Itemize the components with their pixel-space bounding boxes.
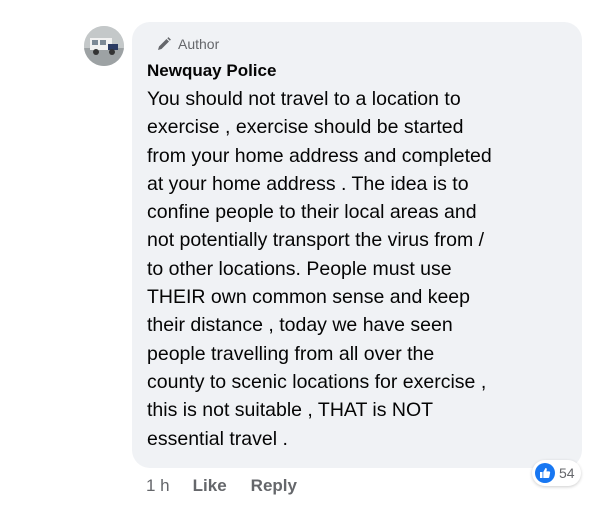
thumbs-up-icon — [535, 463, 555, 483]
pencil-icon — [158, 37, 171, 50]
author-label: Author — [178, 36, 220, 52]
comment-line: at your home address . The idea is to — [147, 172, 469, 195]
reaction-count: 54 — [559, 465, 575, 481]
comment-line: this is not suitable , THAT is NOT — [147, 399, 434, 422]
comment-line: not potentially transport the virus from… — [147, 229, 485, 252]
comment-line: people travelling from all over the — [147, 342, 435, 365]
reaction-count-badge[interactable]: 54 — [532, 460, 581, 486]
comment-line: You should not travel to a location to — [147, 88, 461, 110]
comment-actions: 1 h Like Reply — [146, 476, 297, 496]
comment-line: county to scenic locations for exercise … — [147, 370, 487, 393]
comment-text: You should not travel to a location to e… — [147, 85, 568, 453]
comment-bubble: Author Newquay Police You should not tra… — [132, 22, 582, 468]
comment-line: essential travel . — [147, 427, 288, 450]
reply-button[interactable]: Reply — [251, 476, 297, 496]
comment-line: their distance , today we have seen — [147, 314, 453, 337]
author-badge: Author — [156, 34, 568, 54]
avatar[interactable] — [84, 26, 124, 66]
comment-line: confine people to their local areas and — [147, 201, 477, 224]
comment-line: to other locations. People must use — [147, 257, 452, 280]
commenter-name[interactable]: Newquay Police — [147, 61, 568, 81]
comment-line: from your home address and completed — [147, 144, 492, 167]
comment-timestamp[interactable]: 1 h — [146, 476, 170, 496]
comment-line: THEIR own common sense and keep — [147, 286, 470, 309]
like-button[interactable]: Like — [193, 476, 227, 496]
comment-line: exercise , exercise should be started — [147, 116, 464, 139]
avatar-image — [84, 26, 124, 66]
